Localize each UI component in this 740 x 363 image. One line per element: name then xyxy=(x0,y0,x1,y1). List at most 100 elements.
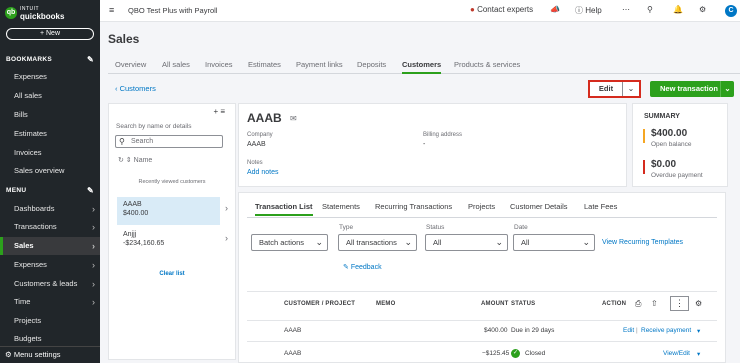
add-notes-link[interactable]: Add notes xyxy=(247,169,279,176)
more-options-icon[interactable]: ⋮ xyxy=(670,296,689,311)
table-top-line xyxy=(247,291,717,292)
type-select[interactable]: All transactions ⌄ xyxy=(338,234,417,251)
sidebar-item-projects[interactable]: Projects xyxy=(0,312,100,330)
batch-actions-dropdown[interactable]: Batch actions ⌄ xyxy=(251,234,328,251)
row1-edit-link[interactable]: Edit xyxy=(623,327,634,334)
help-label: Help xyxy=(585,6,602,15)
search-icon[interactable]: ⚲ xyxy=(647,5,653,14)
print-icon[interactable]: ⎙ xyxy=(635,299,641,309)
company-value: AAAB xyxy=(247,141,266,148)
sidebar-item-expenses[interactable]: Expenses › xyxy=(0,256,100,274)
feedback-link[interactable]: ✎ Feedback xyxy=(343,263,382,271)
page-title: Sales xyxy=(108,32,140,46)
tab-deposits[interactable]: Deposits xyxy=(357,60,386,74)
export-icon[interactable]: ⇧ xyxy=(651,299,658,308)
sidebar-item-customers-leads[interactable]: Customers & leads › xyxy=(0,275,100,293)
tab-customers[interactable]: Customers xyxy=(402,60,442,74)
edit-bookmarks-pencil-icon[interactable]: ✎ xyxy=(87,55,94,64)
tab-customer-details[interactable]: Customer Details xyxy=(510,202,568,216)
chevron-right-icon: › xyxy=(92,279,95,289)
search-label: Search by name or details xyxy=(116,123,192,130)
column-header-memo[interactable]: MEMO xyxy=(376,301,395,307)
edit-button[interactable]: Edit xyxy=(590,82,623,96)
sidebar-item-dashboards[interactable]: Dashboards › xyxy=(0,200,100,218)
sidebar-item-label: Projects xyxy=(14,316,42,325)
notifications-bell-icon[interactable]: 🔔 xyxy=(673,5,683,14)
sort-label: Name xyxy=(133,157,153,164)
tab-transaction-list[interactable]: Transaction List xyxy=(255,202,313,216)
tab-projects[interactable]: Projects xyxy=(468,202,495,216)
feedback-icon: ✎ xyxy=(343,264,349,271)
customer-name: Anjjj xyxy=(123,231,137,238)
sort-control[interactable]: ↻ ⇕ Name xyxy=(118,156,152,164)
chevron-right-icon[interactable]: › xyxy=(225,203,228,213)
megaphone-icon[interactable]: 📣 xyxy=(550,5,560,14)
chevron-down-icon[interactable]: ⌄ xyxy=(720,81,734,97)
sidebar-bookmark-estimates[interactable]: Estimates xyxy=(0,125,100,143)
date-select[interactable]: All ⌄ xyxy=(513,234,595,251)
tab-late-fees[interactable]: Late Fees xyxy=(584,202,617,216)
sidebar-bookmark-bills[interactable]: Bills xyxy=(0,106,100,124)
tab-payment-links[interactable]: Payment links xyxy=(296,60,343,74)
sidebar-item-transactions[interactable]: Transactions › xyxy=(0,218,100,236)
list-item[interactable]: AAAB $400.00 xyxy=(117,197,220,225)
column-header-action[interactable]: ACTION xyxy=(602,301,626,307)
back-label: Customers xyxy=(119,84,156,93)
collapse-menu-icon[interactable]: ≡ xyxy=(109,5,114,15)
sidebar-item-time[interactable]: Time › xyxy=(0,293,100,311)
chevron-down-icon[interactable]: ▾ xyxy=(697,327,700,335)
sidebar-bookmark-expenses[interactable]: Expenses xyxy=(0,68,100,86)
chevron-right-icon: › xyxy=(92,204,95,214)
add-customer-icon[interactable]: + ≡ xyxy=(213,107,225,116)
action-divider: | xyxy=(636,327,638,334)
column-header-customer[interactable]: CUSTOMER / PROJECT xyxy=(284,301,355,307)
tab-recurring-transactions[interactable]: Recurring Transactions xyxy=(375,202,452,216)
feedback-label: Feedback xyxy=(350,264,382,271)
sidebar-item-label: Customers & leads xyxy=(14,279,78,288)
apps-grid-icon[interactable]: ⋯ xyxy=(622,5,630,14)
status-select[interactable]: All ⌄ xyxy=(425,234,508,251)
company-label: Company xyxy=(247,132,273,138)
sidebar-bookmark-sales-overview[interactable]: Sales overview xyxy=(0,162,100,180)
tab-products-services[interactable]: Products & services xyxy=(454,60,520,74)
list-item[interactable]: Anjjj -$234,160.65 xyxy=(117,227,220,255)
tab-divider xyxy=(247,217,717,218)
batch-actions-label: Batch actions xyxy=(259,238,305,247)
edit-menu-pencil-icon[interactable]: ✎ xyxy=(87,186,94,195)
chevron-down-icon[interactable]: ⌄ xyxy=(623,82,639,96)
row1-receive-payment-link[interactable]: Receive payment xyxy=(641,327,691,334)
chevron-left-icon: ‹ xyxy=(115,84,118,93)
menu-settings-button[interactable]: ⚙ Menu settings xyxy=(0,346,100,363)
column-header-status[interactable]: STATUS xyxy=(511,301,535,307)
sidebar-bookmark-invoices[interactable]: Invoices xyxy=(0,144,100,162)
quickbooks-logo[interactable]: qb INTUIT quickbooks xyxy=(5,6,64,21)
row2-amount: −$125.45 xyxy=(482,350,510,357)
view-recurring-templates-link[interactable]: View Recurring Templates xyxy=(602,239,683,246)
chevron-right-icon: › xyxy=(92,241,95,251)
tab-estimates[interactable]: Estimates xyxy=(248,60,281,74)
chevron-right-icon[interactable]: › xyxy=(225,233,228,243)
recent-customers-label: Recently viewed customers xyxy=(138,179,206,185)
column-header-amount[interactable]: AMOUNT xyxy=(481,301,509,307)
tab-invoices[interactable]: Invoices xyxy=(205,60,233,74)
settings-gear-icon[interactable]: ⚙ xyxy=(699,5,706,14)
table-settings-gear-icon[interactable]: ⚙ xyxy=(695,299,702,308)
tab-all-sales[interactable]: All sales xyxy=(162,60,190,74)
clear-list-link[interactable]: Clear list xyxy=(109,271,235,277)
menu-settings-label: Menu settings xyxy=(13,350,61,359)
back-to-customers-link[interactable]: ‹ Customers xyxy=(115,84,156,93)
help-button[interactable]: ⓘ Help xyxy=(575,5,602,16)
row2-customer: AAAB xyxy=(284,350,302,357)
new-transaction-button[interactable]: New transaction ⌄ xyxy=(650,81,734,97)
new-button[interactable]: + New xyxy=(6,28,94,40)
row2-view-edit-link[interactable]: View/Edit xyxy=(663,350,690,357)
avatar[interactable]: C xyxy=(725,5,737,17)
sidebar-item-sales[interactable]: Sales › xyxy=(0,237,100,255)
chevron-down-icon[interactable]: ▾ xyxy=(697,350,700,358)
search-input[interactable]: ⚲ Search xyxy=(115,135,223,148)
tab-statements[interactable]: Statements xyxy=(322,202,360,216)
contact-experts-button[interactable]: ● Contact experts xyxy=(470,5,533,14)
email-envelope-icon[interactable]: ✉ xyxy=(290,114,297,123)
sidebar-bookmark-all-sales[interactable]: All sales xyxy=(0,87,100,105)
tab-overview[interactable]: Overview xyxy=(115,60,146,74)
